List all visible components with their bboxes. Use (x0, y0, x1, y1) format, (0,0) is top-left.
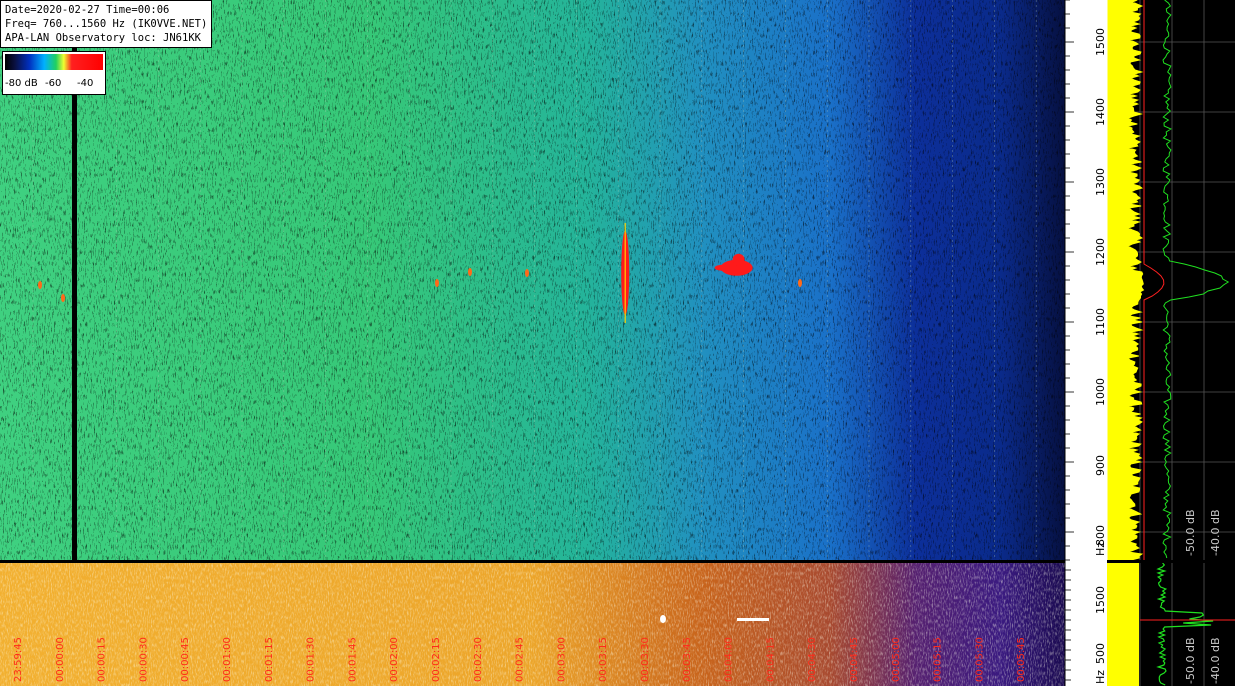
db-tick-label: -40.0 dB (1209, 638, 1222, 685)
spectrogram-panel (0, 0, 1065, 560)
echo-mark (714, 264, 731, 271)
color-scale-bar (5, 54, 103, 70)
freq-tick-label: 1500 (1094, 28, 1107, 56)
echo-mark (435, 279, 439, 287)
freq-tick-label: 1400 (1094, 98, 1107, 126)
freq-tick-label: 1200 (1094, 238, 1107, 266)
time-tick-label: 00:03:00 (556, 637, 567, 682)
scale-label-max: -40 (77, 78, 94, 89)
header-freq: Freq= 760...1560 Hz (IK0VVE.NET) (5, 18, 208, 30)
db-tick-label: -50.0 dB (1184, 638, 1197, 685)
time-tick-label: 00:05:45 (1016, 637, 1027, 682)
echo-mark (38, 281, 42, 289)
time-tick-label: 00:05:00 (891, 637, 902, 682)
freq-axis-unit: Hz (1094, 542, 1107, 556)
time-tick-label: 00:01:15 (264, 637, 275, 682)
time-tick-label: 00:04:15 (765, 637, 776, 682)
power-axis-unit: Hz (1094, 670, 1107, 684)
time-tick-label: 00:05:30 (974, 637, 985, 682)
freq-tick-label: 900 (1094, 455, 1107, 476)
db-tick-label: -50.0 dB (1184, 510, 1197, 557)
color-scale-legend: -80 dB -60 -40 (2, 51, 106, 95)
header-date: Date=2020-02-27 Time=00:06 (5, 4, 170, 16)
echo-mark (468, 268, 472, 276)
echo-mark (61, 294, 65, 302)
spectrum-panel (1106, 0, 1235, 561)
header-box: Date=2020-02-27 Time=00:06 Freq= 760...1… (0, 0, 213, 48)
echo-mark (798, 279, 802, 287)
time-tick-label: 00:03:30 (640, 637, 651, 682)
time-tick-label: 23:59:45 (13, 637, 24, 682)
freq-tick-label: 1100 (1094, 308, 1107, 336)
time-tick-label: 00:00:15 (97, 637, 108, 682)
freq-tick-label: 1300 (1094, 168, 1107, 196)
time-tick-label: 00:03:15 (598, 637, 609, 682)
scale-label-min: -80 dB (5, 78, 38, 89)
time-tick-label: 00:01:45 (347, 637, 358, 682)
time-tick-label: 00:01:00 (222, 637, 233, 682)
power-tick-label: 1500 (1094, 586, 1107, 614)
time-tick-label: 00:04:00 (724, 637, 735, 682)
spectrogram-display: 23:59:45 00:00:00 00:00:15 00:00:30 00:00:45… (0, 0, 1235, 686)
echo-mark (732, 253, 745, 266)
echo-mark (525, 269, 529, 277)
power-strip (0, 560, 1065, 686)
db-tick-label: -40.0 dB (1209, 510, 1222, 557)
time-tick-label: 00:00:45 (180, 637, 191, 682)
power-tick-label: 500 (1094, 643, 1107, 664)
time-tick-label: 00:03:45 (682, 637, 693, 682)
scale-label-mid: -60 (45, 78, 62, 89)
time-tick-label: 00:00:00 (55, 637, 66, 682)
freq-tick-label: 1000 (1094, 378, 1107, 406)
time-tick-label: 00:02:45 (515, 637, 526, 682)
time-tick-label: 00:02:30 (473, 637, 484, 682)
time-tick-label: 00:04:30 (807, 637, 818, 682)
header-observatory: APA-LAN Observatory loc: JN61KK (5, 32, 201, 44)
time-tick-label: 00:02:15 (431, 637, 442, 682)
time-tick-label: 00:01:30 (306, 637, 317, 682)
time-tick-label: 00:04:45 (849, 637, 860, 682)
time-tick-label: 00:02:00 (389, 637, 400, 682)
time-tick-label: 00:00:30 (138, 637, 149, 682)
time-tick-label: 00:05:15 (933, 637, 944, 682)
